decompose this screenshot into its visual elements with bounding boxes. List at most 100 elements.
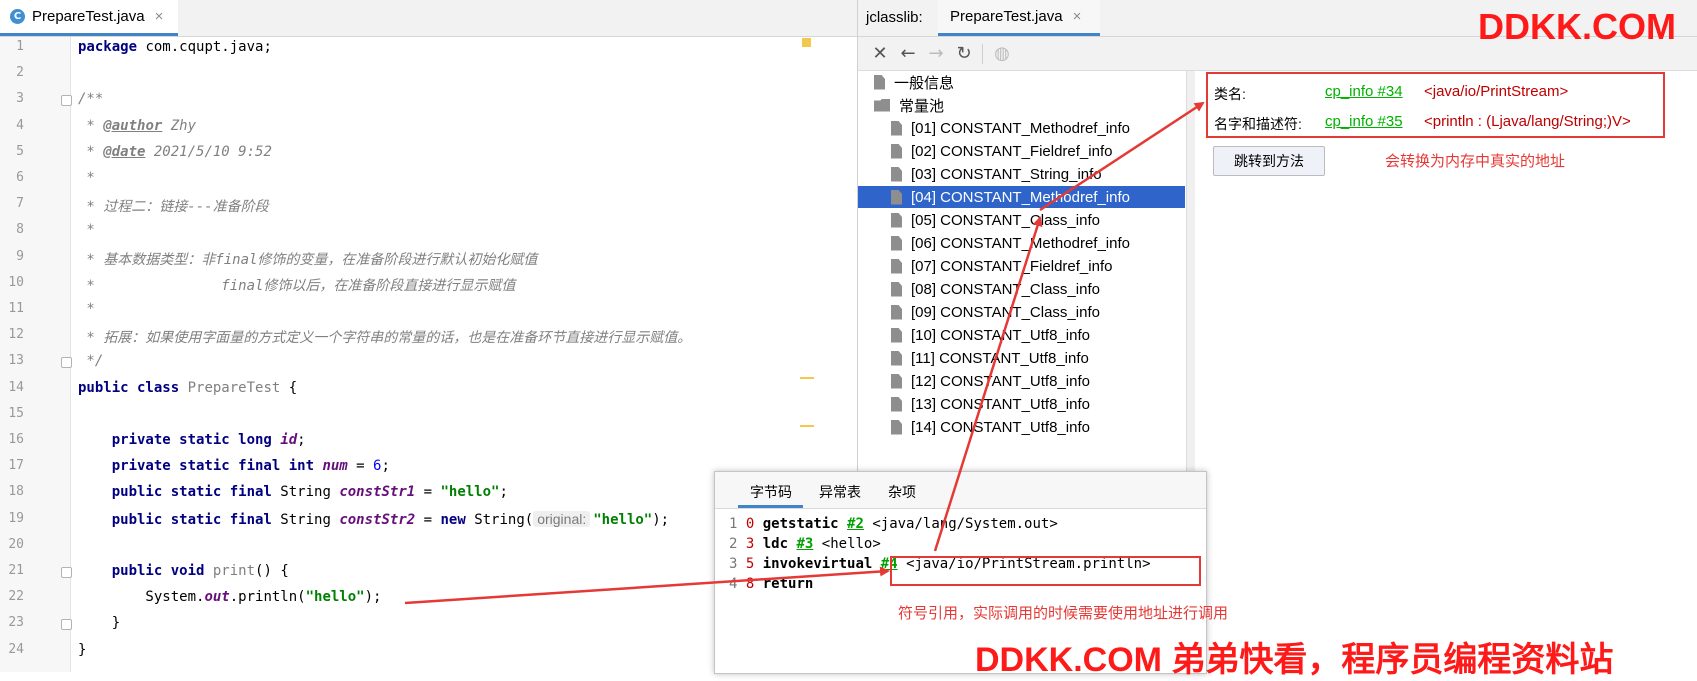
code-token: String <box>271 511 340 528</box>
constant-pool-item[interactable]: [03] CONSTANT_String_info <box>891 163 1102 185</box>
constant-pool-item[interactable]: [10] CONSTANT_Utf8_info <box>891 324 1090 346</box>
close-icon[interactable]: × <box>1073 8 1082 25</box>
close-icon[interactable]: × <box>155 8 164 25</box>
code-token: ); <box>652 511 670 528</box>
file-icon <box>891 143 902 159</box>
file-icon <box>891 212 902 228</box>
code-line: public static final String constStr2 = n… <box>78 510 670 528</box>
code-token: * 基本数据类型：非final修饰的变量，在准备阶段进行默认初始化赋值 <box>78 251 538 268</box>
file-icon <box>891 327 902 343</box>
inspection-marker[interactable] <box>802 38 811 47</box>
web-icon: ◍ <box>994 42 1010 64</box>
constant-pool-item[interactable]: [11] CONSTANT_Utf8_info <box>891 347 1089 369</box>
constant-pool-tree[interactable]: 一般信息 常量池 [01] CONSTANT_Methodref_info [02… <box>858 71 1185 472</box>
tree-node-label: 一般信息 <box>894 74 955 92</box>
code-token: public void <box>111 563 205 579</box>
code-token: public class <box>78 379 180 396</box>
code-token: String <box>271 484 340 501</box>
fold-marker[interactable] <box>61 95 72 107</box>
active-tab-indicator <box>738 505 803 508</box>
constant-pool-item[interactable]: [04] CONSTANT_Methodref_info <box>858 186 1185 208</box>
fold-marker[interactable] <box>61 357 72 369</box>
constant-pool-item[interactable]: [13] CONSTANT_Utf8_info <box>891 393 1090 415</box>
code-line: package com.cqupt.java; <box>78 39 272 55</box>
bytecode-line[interactable]: 4 8 return <box>729 576 822 592</box>
editor-tab-label: PrepareTest.java <box>32 8 145 25</box>
editor-tab-preparetest[interactable]: C PrepareTest.java × <box>0 0 178 36</box>
jclasslib-tab-preparetest[interactable]: PrepareTest.java × <box>938 0 1100 36</box>
line-number: 13 <box>8 353 24 369</box>
constant-pool-item-label: [06] CONSTANT_Methodref_info <box>911 234 1130 252</box>
code-token: public static final <box>111 511 272 528</box>
code-line: public void print() { <box>78 563 289 579</box>
bytecode-tab[interactable]: 字节码 <box>750 482 792 502</box>
bytecode-tab[interactable]: 杂项 <box>888 482 916 502</box>
code-token: */ <box>78 353 104 370</box>
line-number: 18 <box>8 484 24 500</box>
constant-pool-item[interactable]: [08] CONSTANT_Class_info <box>891 278 1100 300</box>
goto-method-button[interactable]: 跳转到方法 <box>1213 146 1325 176</box>
bytecode-line-number: 2 <box>729 536 738 552</box>
constant-pool-item[interactable]: [07] CONSTANT_Fieldref_info <box>891 255 1112 277</box>
code-line: * 拓展：如果使用字面量的方式定义一个字符串的常量的话，也是在准备环节直接进行显… <box>78 327 691 347</box>
code-line: * @author Zhy <box>78 118 196 134</box>
bytecode-cp-ref[interactable]: #2 <box>847 516 864 532</box>
bytecode-opcode: return <box>762 576 814 592</box>
code-line: } <box>78 642 86 658</box>
code-token: ; <box>499 484 508 501</box>
bytecode-cp-ref[interactable]: #3 <box>796 536 813 552</box>
symbol-ref-annotation: 符号引用，实际调用的时候需要使用地址进行调用 <box>898 605 1229 622</box>
watermark-bottom: DDKK.COM 弟弟快看，程序员编程资料站 <box>975 641 1614 679</box>
constant-pool-item[interactable]: [01] CONSTANT_Methodref_info <box>891 117 1130 139</box>
invokevirtual-highlight-box <box>890 556 1201 586</box>
constant-pool-item[interactable]: [05] CONSTANT_Class_info <box>891 209 1100 231</box>
constant-pool-item[interactable]: [02] CONSTANT_Fieldref_info <box>891 140 1112 162</box>
code-token: ; <box>297 432 306 448</box>
code-token: } <box>78 615 121 632</box>
tree-node-general-info[interactable]: 一般信息 <box>874 71 954 93</box>
constant-pool-item-label: [14] CONSTANT_Utf8_info <box>911 418 1090 436</box>
code-line: * final修饰以后，在准备阶段直接进行显示赋值 <box>78 275 515 295</box>
back-icon[interactable]: ← <box>896 41 920 65</box>
code-line: * <box>78 301 94 317</box>
bytecode-line[interactable]: 2 3 ldc #3 <hello> <box>729 536 889 552</box>
file-icon <box>891 373 902 389</box>
fold-marker[interactable] <box>61 619 72 631</box>
bytecode-argument: <hello> <box>821 536 881 552</box>
code-token: num <box>322 458 348 475</box>
line-number: 17 <box>8 458 24 474</box>
constant-pool-item[interactable]: [14] CONSTANT_Utf8_info <box>891 416 1090 438</box>
constant-pool-item[interactable]: [06] CONSTANT_Methodref_info <box>891 232 1130 254</box>
line-number: 8 <box>16 222 24 238</box>
code-token: "hello" <box>440 484 500 501</box>
watermark-top: DDKK.COM <box>1478 6 1676 47</box>
code-token: @author <box>103 117 163 134</box>
close-icon[interactable]: ✕ <box>868 41 892 65</box>
code-line: */ <box>78 353 103 369</box>
code-line: * 基本数据类型：非final修饰的变量，在准备阶段进行默认初始化赋值 <box>78 249 537 269</box>
constant-pool-item[interactable]: [09] CONSTANT_Class_info <box>891 301 1100 323</box>
fold-marker[interactable] <box>61 567 72 578</box>
code-token: { <box>280 379 298 396</box>
code-line: public static final String constStr1 = "… <box>78 484 508 500</box>
parameter-hint: original: <box>533 510 591 527</box>
code-token: ; <box>381 458 390 475</box>
constant-pool-item-label: [04] CONSTANT_Methodref_info <box>911 188 1130 206</box>
bytecode-opcode: getstatic <box>762 516 839 532</box>
tree-node-constant-pool[interactable]: 常量池 <box>874 94 944 116</box>
code-token: private static final int <box>111 458 315 475</box>
bytecode-line[interactable]: 1 0 getstatic #2 <java/lang/System.out> <box>729 516 1066 532</box>
code-token: String( <box>465 511 534 528</box>
bytecode-argument: <java/lang/System.out> <box>872 516 1058 532</box>
refresh-icon[interactable]: ↻ <box>952 41 976 65</box>
code-token: 2021/5/10 9:52 <box>145 143 272 160</box>
code-token: * <box>78 170 95 186</box>
bytecode-tab[interactable]: 异常表 <box>819 482 861 502</box>
code-token: .println( <box>229 589 306 606</box>
constant-pool-item[interactable]: [12] CONSTANT_Utf8_info <box>891 370 1090 392</box>
line-number: 11 <box>8 301 24 316</box>
code-token: PrepareTest <box>187 379 281 396</box>
